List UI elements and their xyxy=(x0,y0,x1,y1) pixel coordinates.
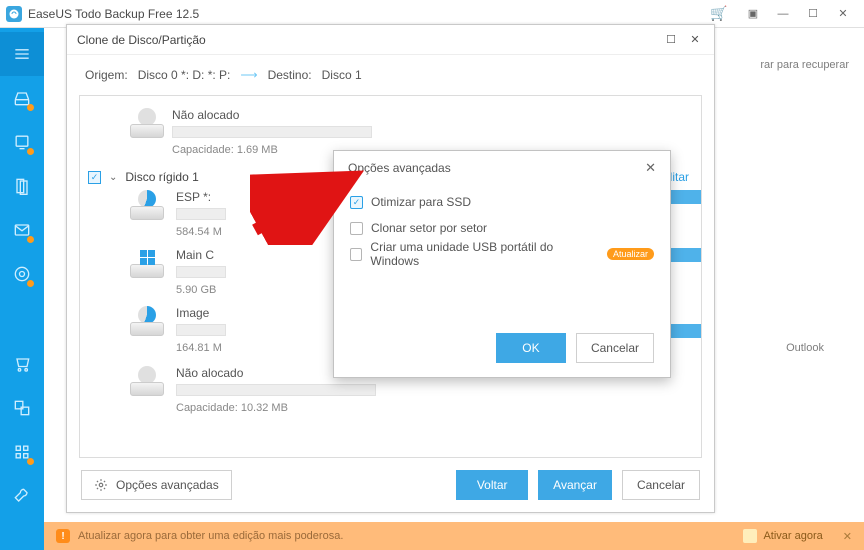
activate-label: Ativar agora xyxy=(763,530,822,542)
nav-cart-icon[interactable] xyxy=(0,342,44,386)
window-controls: 🛒 ▣ — ☐ ✕ xyxy=(704,2,858,26)
dialog-maximize-button[interactable]: ☐ xyxy=(662,33,680,46)
warning-icon: ! xyxy=(56,529,70,543)
hamburger-icon[interactable] xyxy=(0,32,44,76)
maximize-button[interactable]: ☐ xyxy=(798,2,828,26)
advanced-options-label: Opções avançadas xyxy=(116,478,219,492)
nav-system-icon[interactable] xyxy=(0,120,44,164)
adv-dialog-body: ✓ Otimizar para SSD Clonar setor por set… xyxy=(334,185,670,267)
disk-name: Disco rígido 1 xyxy=(125,170,198,184)
dest-label: Destino: xyxy=(268,68,312,82)
nav-smart-icon[interactable] xyxy=(0,252,44,296)
disk-icon xyxy=(130,366,164,396)
disk-icon xyxy=(130,190,164,220)
checkbox-sector[interactable] xyxy=(350,222,363,235)
disk-icon xyxy=(130,306,164,336)
left-nav-rail xyxy=(0,28,44,550)
partition-name: Não alocado xyxy=(172,108,661,122)
option-usb-label: Criar uma unidade USB portátil do Window… xyxy=(370,240,593,268)
bg-recover-hint: rar para recuperar xyxy=(760,59,849,71)
adv-dialog-titlebar: Opções avançadas ✕ xyxy=(334,151,670,185)
nav-disk-icon[interactable] xyxy=(0,76,44,120)
cancel-button[interactable]: Cancelar xyxy=(622,470,700,500)
adv-ok-button[interactable]: OK xyxy=(496,333,566,363)
arrow-icon: ⟶ xyxy=(240,68,257,82)
nav-tools-icon[interactable] xyxy=(0,474,44,518)
origin-value: Disco 0 *: D: *: P: xyxy=(138,68,231,82)
nav-grid-icon[interactable] xyxy=(0,430,44,474)
partition-bar xyxy=(176,384,376,396)
checkbox-usb[interactable] xyxy=(350,248,362,261)
dest-value: Disco 1 xyxy=(322,68,362,82)
advanced-options-dialog: Opções avançadas ✕ ✓ Otimizar para SSD C… xyxy=(333,150,671,378)
cart-icon[interactable]: 🛒 xyxy=(704,2,734,26)
dialog-close-button[interactable]: ✕ xyxy=(686,33,704,46)
option-sector-label: Clonar setor por setor xyxy=(371,221,487,235)
crown-icon xyxy=(743,529,757,543)
close-button[interactable]: ✕ xyxy=(828,2,858,26)
clone-dialog-footer: Opções avançadas Voltar Avançar Cancelar xyxy=(67,458,714,512)
adv-dialog-title: Opções avançadas xyxy=(348,161,451,175)
origin-label: Origem: xyxy=(85,68,128,82)
partition-bar xyxy=(176,324,226,336)
minimize-button[interactable]: — xyxy=(768,2,798,26)
chevron-down-icon[interactable]: ⌄ xyxy=(109,172,117,183)
option-ssd-label: Otimizar para SSD xyxy=(371,195,471,209)
option-portable-usb[interactable]: Criar uma unidade USB portátil do Window… xyxy=(350,241,654,267)
disk-icon xyxy=(130,108,164,138)
adv-dialog-footer: OK Cancelar xyxy=(496,333,654,363)
partition-bar xyxy=(172,126,372,138)
option-sector-by-sector[interactable]: Clonar setor por setor xyxy=(350,215,654,241)
advanced-options-button[interactable]: Opções avançadas xyxy=(81,470,232,500)
upgrade-footer: ! Atualizar agora para obter uma edição … xyxy=(44,522,864,550)
clone-source-dest-row: Origem: Disco 0 *: D: *: P: ⟶ Destino: D… xyxy=(67,55,714,95)
next-button[interactable]: Avançar xyxy=(538,470,612,500)
nav-clone-icon[interactable] xyxy=(0,386,44,430)
partition-capacity: Capacidade: 10.32 MB xyxy=(176,402,701,414)
adv-close-button[interactable]: ✕ xyxy=(645,160,656,176)
upgrade-badge: Atualizar xyxy=(607,248,654,260)
app-logo-icon xyxy=(6,6,22,22)
adv-cancel-button[interactable]: Cancelar xyxy=(576,333,654,363)
gear-icon xyxy=(94,478,108,492)
partition-bar xyxy=(176,208,226,220)
nav-mail-icon[interactable] xyxy=(0,208,44,252)
partition-bar xyxy=(176,266,226,278)
back-button[interactable]: Voltar xyxy=(456,470,528,500)
disk-icon xyxy=(130,248,164,278)
disk-checkbox[interactable]: ✓ xyxy=(88,171,101,184)
nav-file-icon[interactable] xyxy=(0,164,44,208)
app-title: EaseUS Todo Backup Free 12.5 xyxy=(28,7,199,21)
activate-action[interactable]: Ativar agora ✕ xyxy=(743,529,852,543)
option-optimize-ssd[interactable]: ✓ Otimizar para SSD xyxy=(350,189,654,215)
clone-dialog-titlebar: Clone de Disco/Partição ☐ ✕ xyxy=(67,25,714,55)
close-footer-icon[interactable]: ✕ xyxy=(843,530,852,543)
clone-dialog-title: Clone de Disco/Partição xyxy=(77,33,206,47)
upgrade-text: Atualizar agora para obter uma edição ma… xyxy=(78,530,343,542)
checkbox-ssd[interactable]: ✓ xyxy=(350,196,363,209)
promo-icon[interactable]: ▣ xyxy=(738,2,768,26)
bg-outlook-label: Outlook xyxy=(786,342,824,354)
